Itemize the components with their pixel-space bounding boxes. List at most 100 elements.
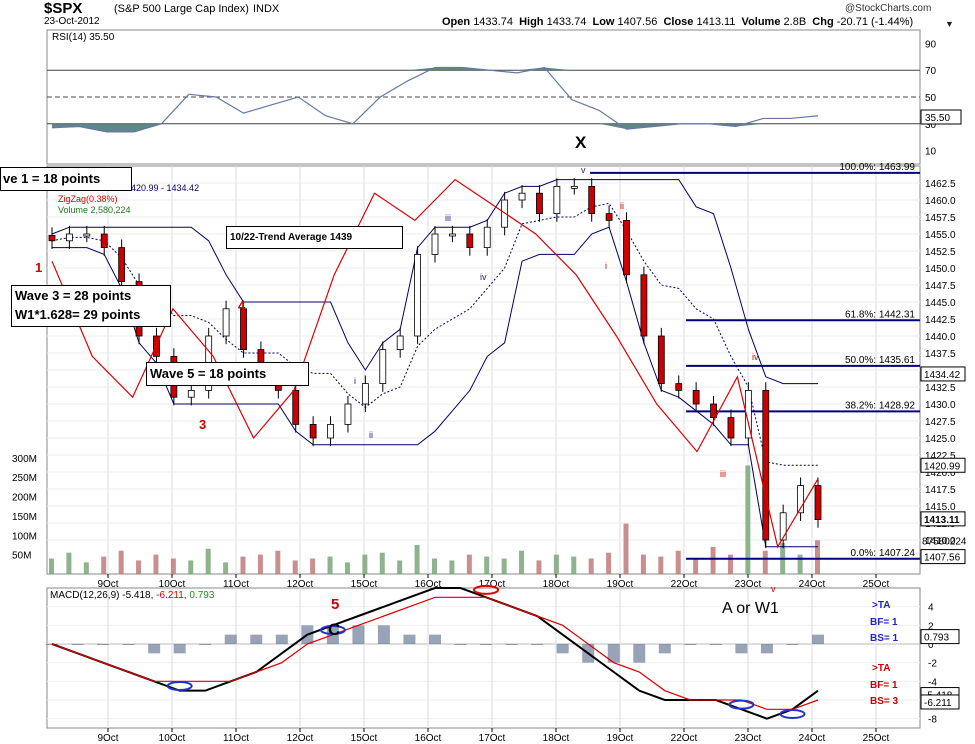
volume-bar	[379, 552, 385, 574]
candle-body	[553, 185, 561, 214]
macd-hist-bar	[658, 644, 671, 654]
candle-body	[657, 335, 665, 384]
price-ytick: 1437.5	[925, 349, 956, 360]
macd-xtick-label: 17Oct	[479, 733, 506, 744]
price-ytick: 1442.5	[925, 315, 956, 326]
candle-body	[710, 403, 717, 419]
macd-hist-bar	[505, 644, 518, 645]
macd-value-label: -6.211	[924, 698, 952, 709]
wave3-line1: Wave 3 = 28 points	[15, 288, 132, 303]
rsi-ytick: 50	[925, 93, 937, 104]
volume-bar	[762, 550, 768, 574]
macd-xtick-label: 24Oct	[799, 733, 826, 744]
candle-body	[727, 417, 735, 439]
price-right-value-labels: 1434.42 1420.99 1413.11 1407.56 87580224	[920, 366, 967, 565]
price-ytick: 1462.5	[925, 179, 956, 190]
macd-hist-bar	[812, 634, 824, 644]
candle-body	[344, 403, 352, 425]
price-ytick: 1432.5	[925, 383, 956, 394]
price-value-label: 1413.11	[924, 515, 960, 526]
candle-body	[240, 308, 247, 350]
volume-bar	[727, 554, 733, 574]
volume-bar	[501, 558, 507, 574]
label-iii-red: iii	[720, 469, 726, 479]
price-ytick: 1440.0	[925, 332, 956, 343]
macd-value-label: 0.793	[924, 633, 949, 644]
macd-label-c: C	[328, 620, 341, 639]
price-ytick: 1460.0	[925, 196, 956, 207]
macd-ytick: -8	[928, 715, 937, 726]
label-i-red: i	[605, 261, 607, 271]
macd-hist-bar	[199, 644, 212, 645]
volume-bar	[344, 562, 350, 574]
volume-ytick: 300M	[12, 454, 37, 465]
label-iv-blue: iv	[480, 272, 487, 282]
price-ytick: 1430.0	[925, 400, 956, 411]
label-ii-red: ii	[620, 201, 624, 211]
macd-label-5: 5	[331, 596, 340, 613]
candle-body	[66, 233, 73, 242]
volume-bar	[188, 560, 194, 574]
macd-xtick-label: 19Oct	[607, 733, 634, 744]
macd-hist-bar	[97, 644, 110, 645]
price-ytick: 1425.0	[925, 434, 956, 445]
macd-frame	[46, 587, 921, 729]
candle-body	[396, 335, 404, 351]
macd-legend: MACD(12,26,9) -5.418, -6.211, 0.793	[50, 590, 215, 601]
volume-bar	[588, 558, 594, 574]
price-value-label: 1434.42	[924, 370, 961, 381]
volume-bar	[536, 560, 542, 574]
volume-bar	[49, 558, 54, 574]
candle-body	[588, 185, 596, 214]
side-ta-blue: >TA	[872, 600, 891, 611]
macd-ytick: 4	[928, 603, 934, 614]
volume-bar	[275, 550, 281, 574]
candle-body	[536, 192, 543, 214]
wave-label-3: 3	[199, 417, 207, 432]
volume-bar	[170, 558, 176, 574]
volume-ytick: 150M	[12, 512, 37, 523]
candle-body	[466, 233, 474, 248]
volume-bar	[414, 544, 420, 574]
fib-label: 61.8%: 1442.31	[845, 309, 915, 320]
price-ytick: 1415.0	[925, 502, 956, 513]
macd-hist-bar	[429, 634, 441, 644]
volume-bar	[606, 552, 612, 574]
candle-body	[309, 423, 317, 439]
volume-bar	[797, 554, 803, 574]
macd-ytick: -4	[928, 677, 937, 688]
macd-hist-bar	[786, 644, 799, 645]
candle-body	[292, 389, 300, 425]
volume-bar	[466, 554, 472, 574]
macd-xtick-label: 12Oct	[287, 733, 314, 744]
macd-hist-bar	[556, 644, 569, 654]
macd-xtick-label: 9Oct	[97, 733, 118, 744]
macd-hist-bar	[224, 634, 237, 644]
macd-hist-bar	[71, 644, 84, 645]
volume-bar	[118, 550, 124, 574]
wave-label-1: 1	[35, 260, 43, 275]
volume-bar	[658, 556, 664, 574]
fib-label: 38.2%: 1428.92	[845, 400, 915, 411]
macd-hist-bar	[122, 644, 135, 645]
volume-bar	[519, 550, 525, 574]
rsi-legend: RSI(14) 35.50	[52, 32, 115, 43]
candle-body	[222, 308, 230, 337]
macd-legend-hist: 0.793	[189, 590, 215, 601]
macd-hist-bar	[454, 644, 467, 645]
volume-bar	[553, 554, 559, 574]
candle-body	[118, 247, 126, 283]
candle-body	[518, 192, 526, 201]
volume-bar	[240, 556, 246, 574]
volume-ytick: 100M	[12, 531, 37, 542]
price-ytick: 1457.5	[925, 213, 956, 224]
rsi-y-ticks: 9070503010	[925, 39, 937, 157]
candle-body	[431, 233, 439, 255]
fib-label: 100.0%: 1463.99	[839, 162, 915, 173]
macd-hist-bar	[760, 644, 773, 654]
volume-ytick: 50M	[12, 551, 31, 562]
label-v-red: v	[771, 584, 776, 594]
candle-body	[100, 233, 108, 248]
macd-ytick: -2	[928, 659, 937, 670]
candle-body	[361, 383, 369, 405]
